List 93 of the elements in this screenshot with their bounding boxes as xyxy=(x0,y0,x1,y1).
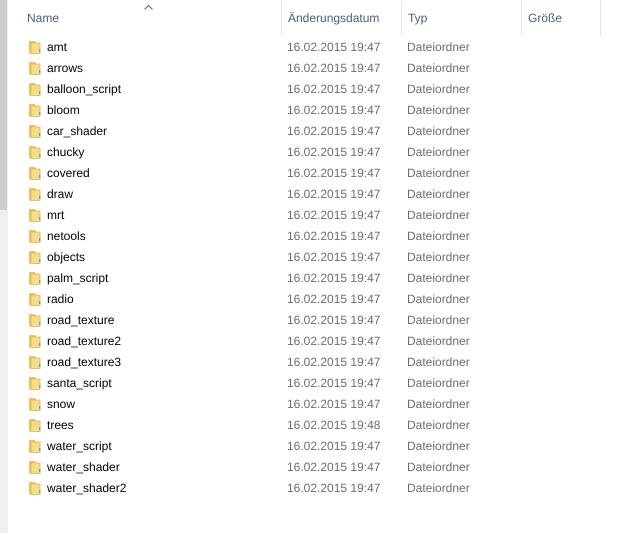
modified-date: 16.02.2015 19:47 xyxy=(286,376,382,390)
file-type: Dateiordner xyxy=(406,354,471,368)
file-name[interactable]: objects xyxy=(47,250,86,264)
file-type: Dateiordner xyxy=(406,166,471,180)
file-type: Dateiordner xyxy=(406,102,471,116)
file-name[interactable]: water_shader xyxy=(47,460,120,474)
file-name[interactable]: radio xyxy=(47,292,74,306)
file-name[interactable]: netools xyxy=(47,228,86,242)
folder-icon xyxy=(28,186,41,200)
column-header[interactable]: Typ xyxy=(401,0,521,36)
file-type: Dateiordner xyxy=(406,186,471,200)
file-type: Dateiordner xyxy=(406,208,471,222)
modified-date: 16.02.2015 19:47 xyxy=(286,40,382,54)
modified-date: 16.02.2015 19:47 xyxy=(286,228,382,242)
folder-icon xyxy=(28,418,41,432)
file-type: Dateiordner xyxy=(406,460,471,474)
folder-icon xyxy=(28,124,41,138)
file-type: Dateiordner xyxy=(406,60,471,74)
folder-icon xyxy=(28,166,41,180)
file-name[interactable]: mrt xyxy=(47,208,64,222)
folder-icon xyxy=(28,480,41,494)
file-name[interactable]: palm_script xyxy=(47,270,108,284)
folder-icon xyxy=(28,312,41,326)
folder-icon xyxy=(28,228,41,242)
file-name[interactable]: water_shader2 xyxy=(47,480,126,494)
modified-date: 16.02.2015 19:47 xyxy=(286,166,382,180)
file-type: Dateiordner xyxy=(406,40,471,54)
folder-icon xyxy=(28,376,41,390)
folder-icon xyxy=(28,334,41,348)
modified-date: 16.02.2015 19:47 xyxy=(286,208,382,222)
modified-date: 16.02.2015 19:47 xyxy=(286,480,382,494)
scrollbar[interactable] xyxy=(0,0,8,533)
folder-icon xyxy=(28,208,41,222)
folder-icon xyxy=(28,292,41,306)
modified-date: 16.02.2015 19:47 xyxy=(286,82,382,96)
file-type: Dateiordner xyxy=(406,250,471,264)
folder-icon xyxy=(28,40,41,54)
file-name[interactable]: bloom xyxy=(47,102,80,116)
modified-date: 16.02.2015 19:47 xyxy=(286,60,382,74)
file-type: Dateiordner xyxy=(406,124,471,138)
file-type: Dateiordner xyxy=(406,270,471,284)
modified-date: 16.02.2015 19:47 xyxy=(286,144,382,158)
modified-date: 16.02.2015 19:47 xyxy=(286,292,382,306)
modified-date: 16.02.2015 19:47 xyxy=(286,354,382,368)
folder-icon xyxy=(28,60,41,74)
file-type: Dateiordner xyxy=(406,418,471,432)
column-header[interactable]: Größe xyxy=(521,0,601,36)
folder-icon xyxy=(28,144,41,158)
modified-date: 16.02.2015 19:48 xyxy=(286,418,382,432)
modified-date: 16.02.2015 19:47 xyxy=(286,312,382,326)
folder-icon xyxy=(28,270,41,284)
file-type: Dateiordner xyxy=(406,396,471,410)
file-name[interactable]: water_script xyxy=(47,438,112,452)
modified-date: 16.02.2015 19:47 xyxy=(286,460,382,474)
file-name[interactable]: trees xyxy=(47,418,74,432)
modified-date: 16.02.2015 19:47 xyxy=(286,124,382,138)
folder-icon xyxy=(28,396,41,410)
folder-icon xyxy=(28,250,41,264)
column-header[interactable]: Name xyxy=(8,0,281,36)
file-type: Dateiordner xyxy=(406,228,471,242)
modified-date: 16.02.2015 19:47 xyxy=(286,270,382,284)
file-type: Dateiordner xyxy=(406,376,471,390)
folder-icon xyxy=(28,354,41,368)
modified-date: 16.02.2015 19:47 xyxy=(286,334,382,348)
file-name[interactable]: snow xyxy=(47,396,76,410)
file-name[interactable]: road_texture xyxy=(47,312,114,326)
file-name[interactable]: balloon_script xyxy=(47,82,122,96)
file-name[interactable]: santa_script xyxy=(47,376,112,390)
file-type: Dateiordner xyxy=(406,82,471,96)
file-name[interactable]: arrows xyxy=(47,60,84,74)
folder-icon xyxy=(28,438,41,452)
file-type: Dateiordner xyxy=(406,334,471,348)
modified-date: 16.02.2015 19:47 xyxy=(286,396,382,410)
file-name[interactable]: covered xyxy=(47,166,90,180)
modified-date: 16.02.2015 19:47 xyxy=(286,250,382,264)
folder-icon xyxy=(28,460,41,474)
modified-date: 16.02.2015 19:47 xyxy=(286,102,382,116)
file-name[interactable]: draw xyxy=(47,186,74,200)
file-type: Dateiordner xyxy=(406,292,471,306)
folder-icon xyxy=(28,82,41,96)
file-name[interactable]: car_shader xyxy=(47,124,108,138)
file-name[interactable]: amt xyxy=(47,40,68,54)
file-type: Dateiordner xyxy=(406,480,471,494)
column-header[interactable]: Änderungsdatum xyxy=(281,0,401,36)
file-name[interactable]: chucky xyxy=(47,144,84,158)
file-name[interactable]: road_texture2 xyxy=(47,334,122,348)
file-name[interactable]: road_texture3 xyxy=(47,354,122,368)
folder-icon xyxy=(28,102,41,116)
modified-date: 16.02.2015 19:47 xyxy=(286,438,382,452)
modified-date: 16.02.2015 19:47 xyxy=(286,186,382,200)
file-type: Dateiordner xyxy=(406,144,471,158)
file-type: Dateiordner xyxy=(406,438,471,452)
file-type: Dateiordner xyxy=(406,312,471,326)
